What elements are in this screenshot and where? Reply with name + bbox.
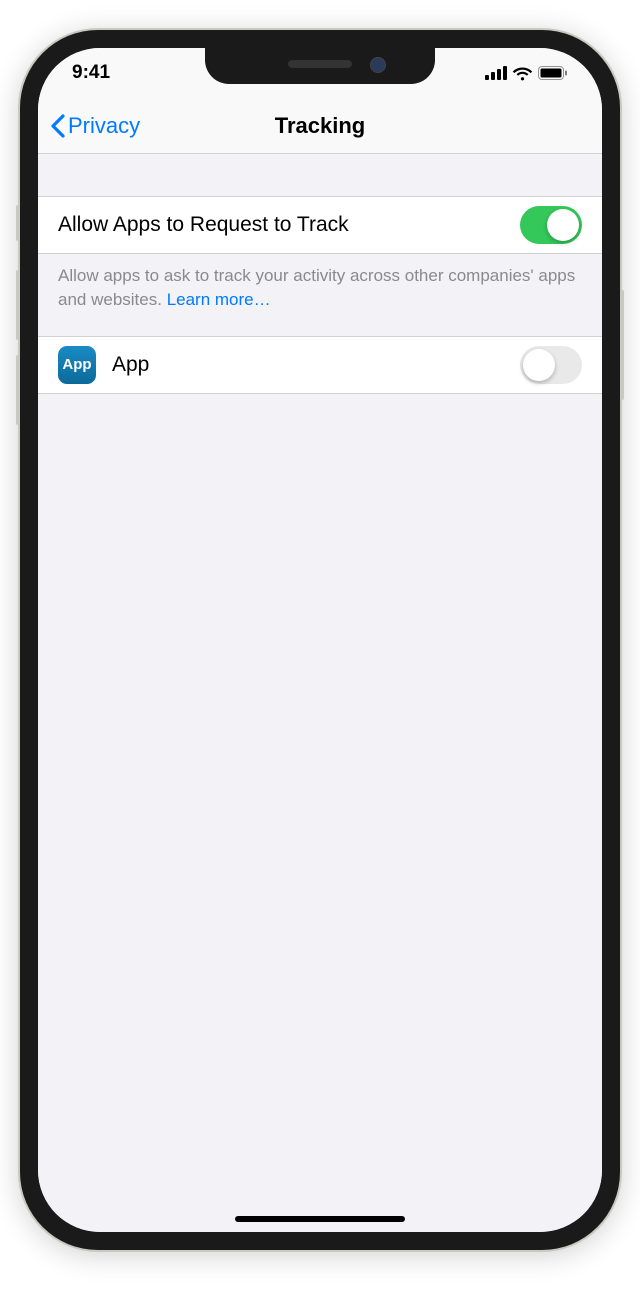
phone-device-frame: 9:41 Privacy Tracking Allow Apps to Requ… <box>20 30 620 1250</box>
back-label: Privacy <box>68 113 140 139</box>
description-text: Allow apps to ask to track your activity… <box>58 266 575 309</box>
volume-down-button <box>16 355 20 425</box>
toggle-knob <box>547 209 579 241</box>
status-time: 9:41 <box>72 62 110 84</box>
power-button <box>620 290 624 400</box>
home-indicator[interactable] <box>235 1216 405 1222</box>
tracking-description: Allow apps to ask to track your activity… <box>38 254 602 336</box>
learn-more-link[interactable]: Learn more… <box>167 290 271 309</box>
battery-icon <box>538 66 568 80</box>
notch <box>205 48 435 84</box>
back-button[interactable]: Privacy <box>50 113 140 139</box>
app-row-left: App App <box>58 346 149 384</box>
allow-tracking-row: Allow Apps to Request to Track <box>38 196 602 254</box>
status-indicators <box>485 66 568 81</box>
navigation-bar: Privacy Tracking <box>38 98 602 154</box>
cellular-icon <box>485 66 507 80</box>
silence-switch <box>16 205 20 241</box>
app-tracking-toggle[interactable] <box>520 346 582 384</box>
app-tracking-row: App App <box>38 336 602 394</box>
chevron-left-icon <box>50 114 65 138</box>
app-icon: App <box>58 346 96 384</box>
volume-up-button <box>16 270 20 340</box>
wifi-icon <box>512 66 533 81</box>
allow-tracking-label: Allow Apps to Request to Track <box>58 213 349 237</box>
content-area: Allow Apps to Request to Track Allow app… <box>38 154 602 1232</box>
app-icon-text: App <box>62 356 91 373</box>
allow-tracking-toggle[interactable] <box>520 206 582 244</box>
page-title: Tracking <box>275 113 365 139</box>
screen: 9:41 Privacy Tracking Allow Apps to Requ… <box>38 48 602 1232</box>
toggle-knob <box>523 349 555 381</box>
app-name-label: App <box>112 353 149 377</box>
section-spacer <box>38 154 602 196</box>
